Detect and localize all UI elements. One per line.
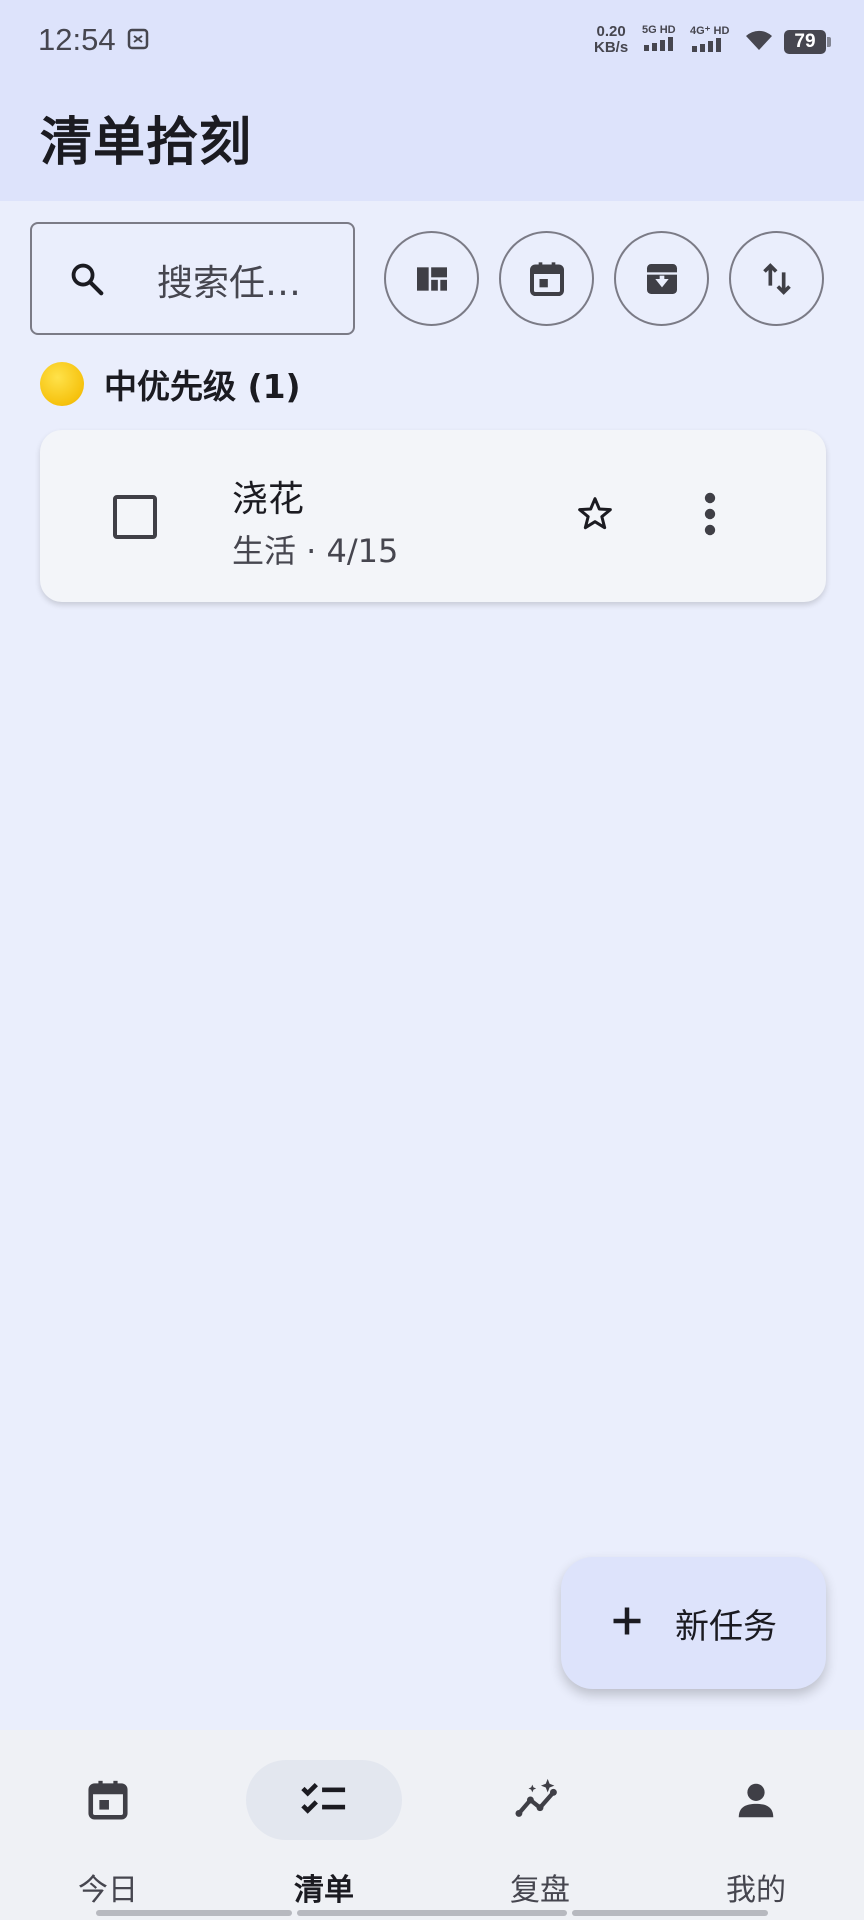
- sim2-signal: 4G⁺ HD: [690, 24, 729, 56]
- more-options-icon[interactable]: [690, 490, 730, 542]
- nav-item-review[interactable]: 复盘: [432, 1730, 648, 1908]
- nav-item-lists[interactable]: 清单: [216, 1730, 432, 1908]
- search-input[interactable]: 搜索任…: [30, 222, 355, 335]
- status-bar: 12:54 0.20 KB/s 5G HD 4G⁺ HD 79: [0, 0, 864, 84]
- battery-indicator: 79: [784, 30, 831, 54]
- insights-icon: [515, 1778, 557, 1817]
- star-icon[interactable]: [575, 494, 615, 538]
- view-layout-icon: [416, 266, 447, 291]
- calendar-today-icon: [88, 1780, 128, 1820]
- search-icon: [68, 260, 106, 302]
- network-speed-value: 0.20: [596, 23, 626, 40]
- priority-group-header[interactable]: 中优先级 (1): [40, 360, 301, 408]
- gesture-bar-left: [96, 1910, 292, 1916]
- notification-app-icon: [127, 28, 149, 54]
- gesture-bar-right: [572, 1910, 768, 1916]
- nav-label-me: 我的: [726, 1873, 786, 1908]
- person-icon: [738, 1783, 774, 1818]
- sort-button[interactable]: [729, 231, 824, 326]
- page-title: 清单拾刻: [40, 113, 253, 173]
- sort-icon: [762, 262, 791, 295]
- checklist-icon: [301, 1783, 346, 1814]
- nav-item-me[interactable]: 我的: [648, 1730, 864, 1908]
- nav-label-lists: 清单: [294, 1873, 354, 1908]
- task-title: 浇花: [232, 479, 305, 520]
- bottom-navigation: 今日 清单 复盘 我的: [0, 1730, 864, 1920]
- task-meta: 生活 · 4/15: [232, 532, 399, 570]
- view-layout-button[interactable]: [384, 231, 479, 326]
- archive-button[interactable]: [614, 231, 709, 326]
- nav-pill: [678, 1760, 834, 1840]
- network-speed: 0.20 KB/s: [594, 24, 628, 56]
- priority-group-title: 中优先级 (1): [104, 367, 301, 406]
- nav-label-review: 复盘: [510, 1873, 570, 1908]
- plus-icon: [609, 1603, 645, 1643]
- nav-pill: [246, 1760, 402, 1840]
- sim1-signal: 5G HD: [642, 24, 676, 55]
- signal-bars-icon: [692, 38, 721, 52]
- status-time: 12:54: [38, 22, 116, 57]
- nav-pill: [462, 1760, 618, 1840]
- sim2-label: 4G⁺ HD: [690, 25, 730, 37]
- calendar-filter-button[interactable]: [499, 231, 594, 326]
- new-task-label: 新任务: [675, 1606, 777, 1647]
- archive-icon: [646, 263, 677, 294]
- task-checkbox[interactable]: [113, 495, 157, 539]
- wifi-icon: [744, 28, 774, 56]
- nav-label-today: 今日: [78, 1873, 138, 1908]
- task-card[interactable]: 浇花 生活 · 4/15: [40, 430, 826, 602]
- signal-bars-icon: [644, 37, 673, 51]
- sim1-label: 5G HD: [642, 24, 676, 36]
- nav-item-today[interactable]: 今日: [0, 1730, 216, 1908]
- top-app-bar: 12:54 0.20 KB/s 5G HD 4G⁺ HD 79 清单拾刻: [0, 0, 864, 201]
- network-speed-unit: KB/s: [594, 39, 629, 56]
- new-task-button[interactable]: 新任务: [561, 1557, 826, 1689]
- gesture-bar-center: [297, 1910, 567, 1916]
- nav-pill: [30, 1760, 186, 1840]
- priority-dot-icon: [40, 362, 84, 406]
- calendar-icon: [529, 261, 564, 296]
- search-placeholder: 搜索任…: [157, 263, 302, 304]
